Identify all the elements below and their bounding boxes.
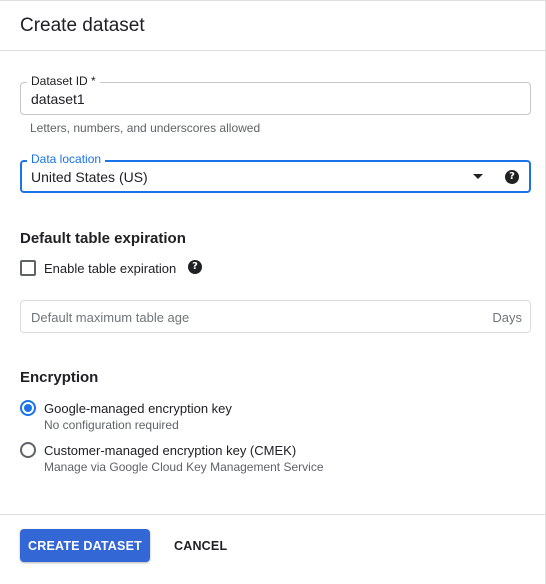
data-location-label: Data location	[27, 152, 106, 166]
cmek-sub: Manage via Google Cloud Key Management S…	[44, 460, 324, 474]
encryption-section-title: Encryption	[20, 369, 99, 386]
panel-footer: CREATE DATASET CANCEL	[0, 514, 546, 584]
dataset-id-label: Dataset ID *	[27, 74, 100, 88]
expiration-help-icon[interactable]: ?	[188, 260, 202, 274]
google-managed-key-label[interactable]: Google-managed encryption key	[44, 401, 232, 416]
enable-expiration-checkbox[interactable]	[20, 260, 36, 276]
expiration-section-title: Default table expiration	[20, 230, 186, 247]
cmek-radio[interactable]	[20, 442, 36, 458]
enable-expiration-label[interactable]: Enable table expiration	[44, 261, 176, 276]
dataset-id-hint: Letters, numbers, and underscores allowe…	[30, 121, 261, 135]
max-table-age-placeholder: Default maximum table age	[31, 310, 190, 325]
panel-header: Create dataset	[0, 1, 545, 51]
dropdown-arrow-icon[interactable]	[473, 174, 483, 179]
dataset-id-field[interactable]: Dataset ID * dataset1	[20, 74, 531, 115]
google-managed-key-radio[interactable]	[20, 400, 36, 416]
days-suffix: Days	[492, 310, 522, 325]
create-dataset-panel: Create dataset Dataset ID * dataset1 Let…	[0, 0, 546, 584]
cancel-button[interactable]: CANCEL	[164, 529, 237, 562]
create-dataset-button[interactable]: CREATE DATASET	[20, 529, 150, 562]
cmek-label[interactable]: Customer-managed encryption key (CMEK)	[44, 443, 296, 458]
dataset-id-value: dataset1	[31, 91, 85, 107]
help-icon[interactable]: ?	[505, 170, 519, 184]
google-managed-key-sub: No configuration required	[44, 418, 179, 432]
data-location-value: United States (US)	[31, 169, 148, 185]
data-location-select[interactable]: Data location United States (US) ?	[20, 152, 531, 193]
page-title: Create dataset	[20, 15, 145, 36]
max-table-age-input[interactable]: Default maximum table age Days	[20, 300, 531, 333]
